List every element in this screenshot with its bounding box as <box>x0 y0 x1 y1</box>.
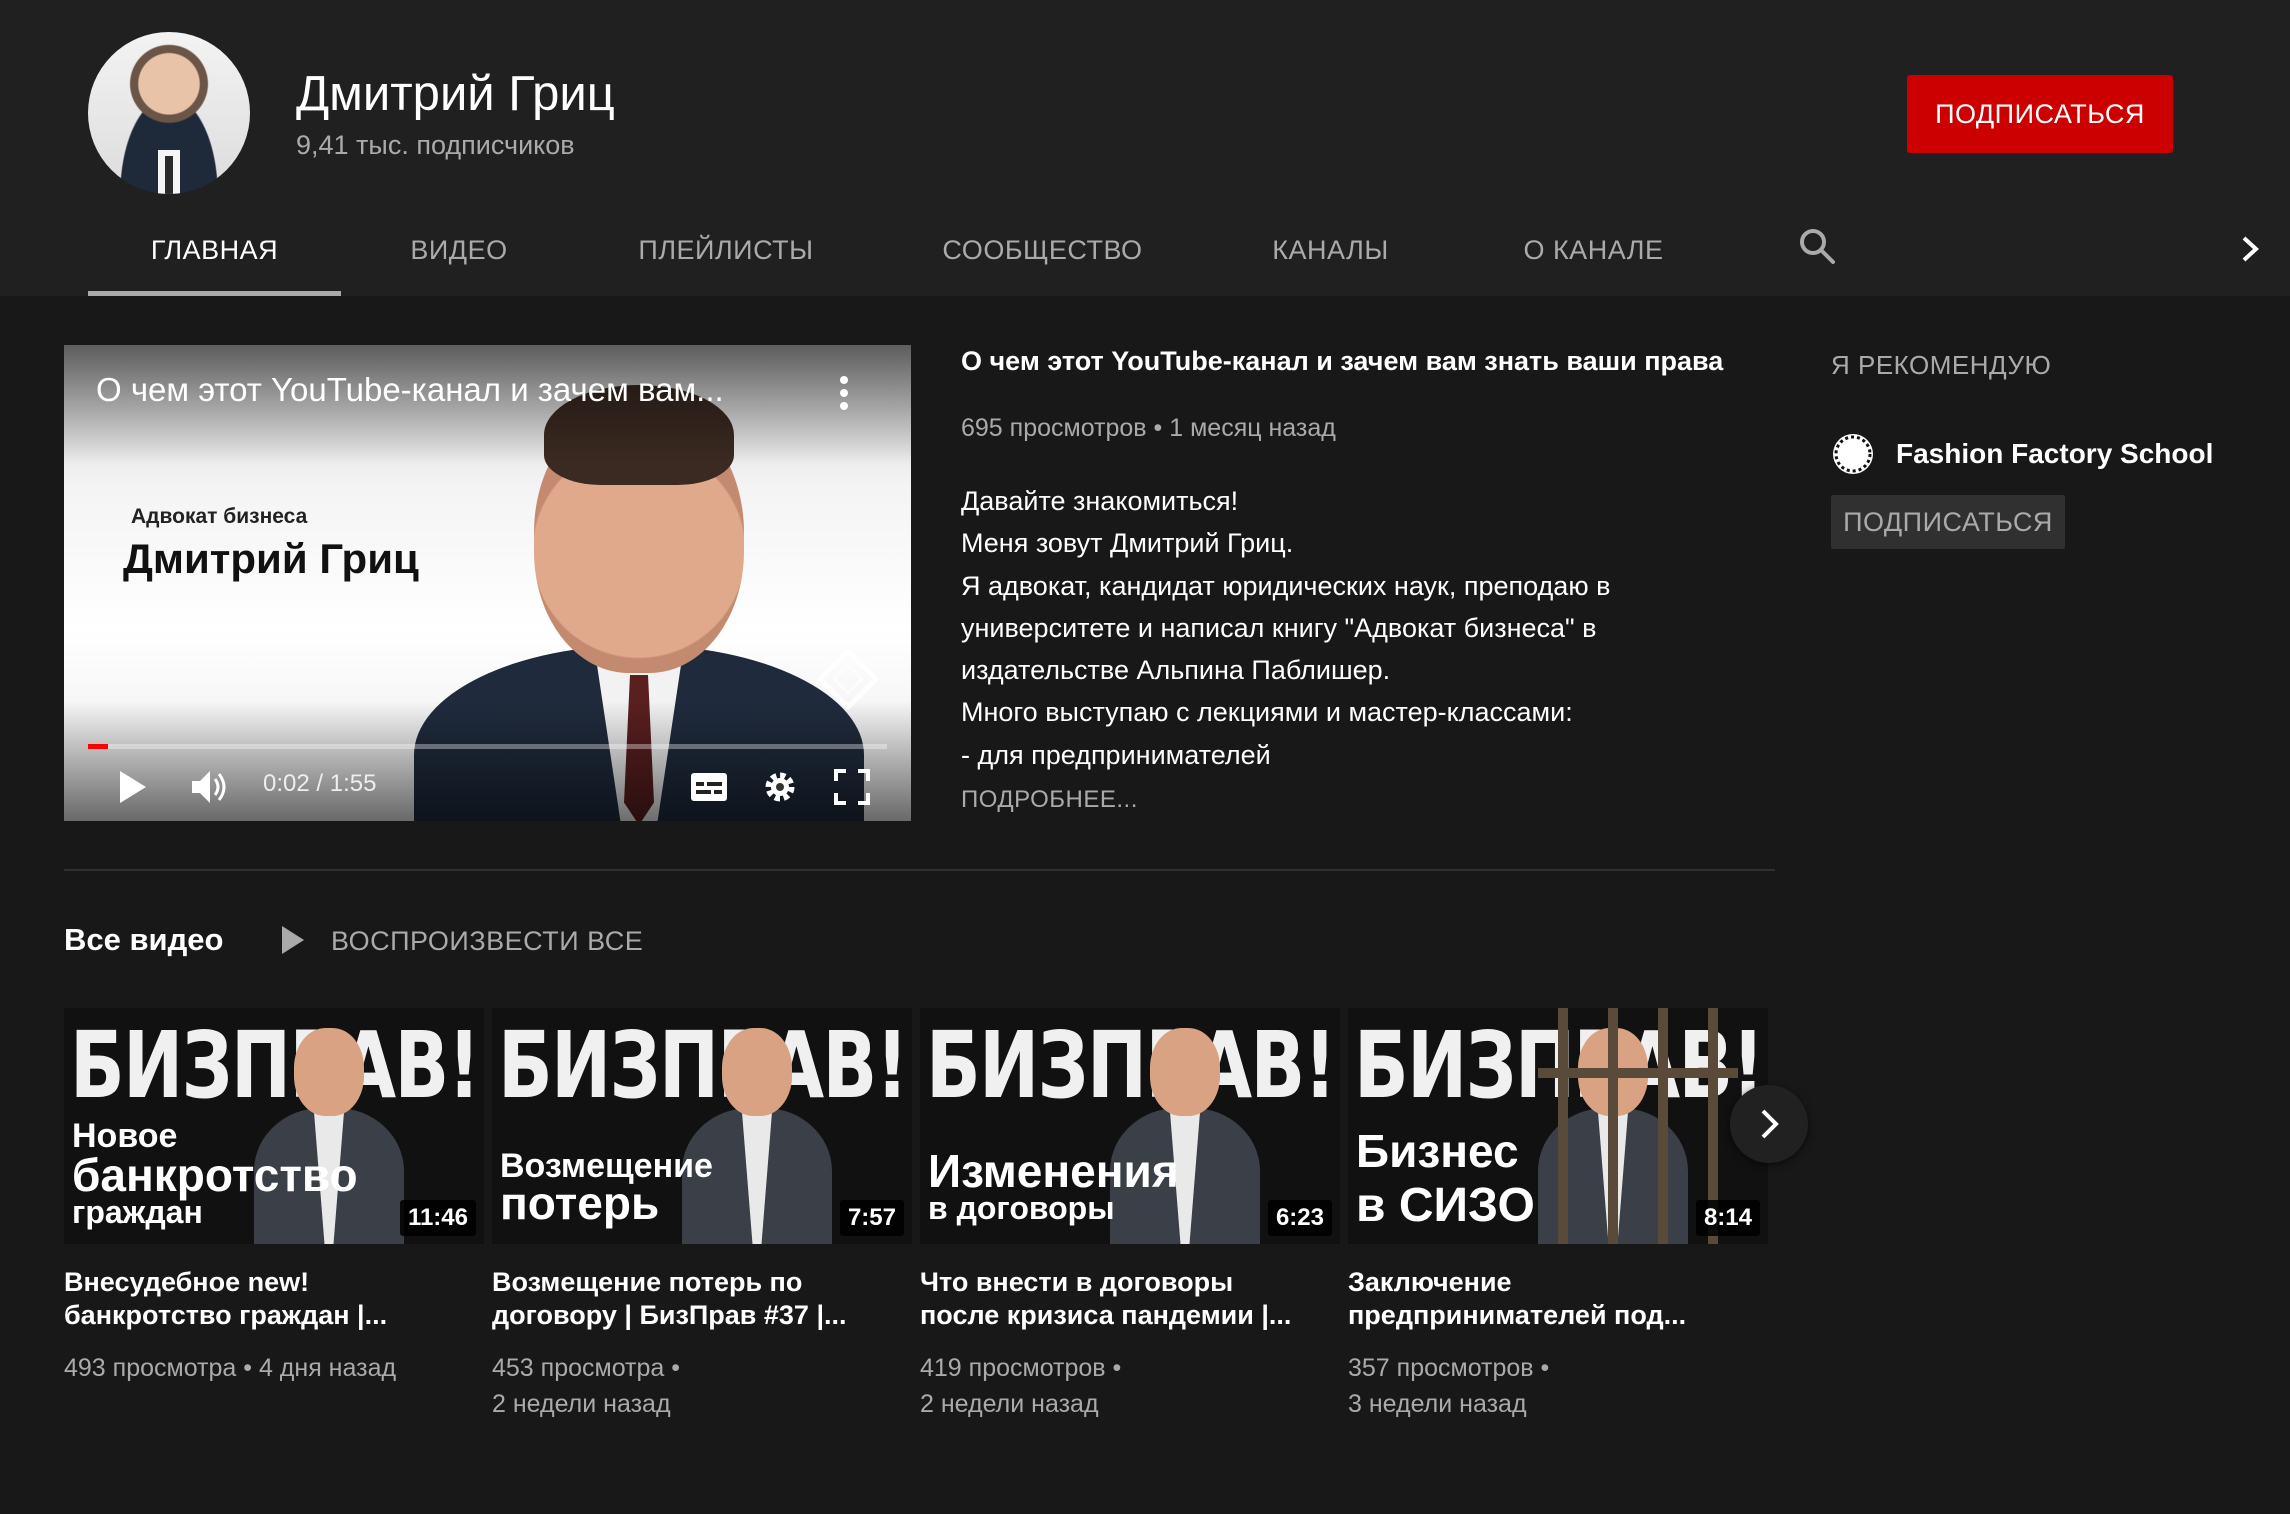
video-title-line: Возмещение потерь по <box>492 1267 803 1297</box>
featured-views: 695 просмотров <box>961 414 1147 442</box>
description-line: университете и написал книгу "Адвокат би… <box>961 612 1597 643</box>
video-duration: 7:57 <box>839 1200 904 1236</box>
search-icon[interactable] <box>1797 226 1837 266</box>
description-line: Меня зовут Дмитрий Гриц. <box>961 528 1294 559</box>
video-title[interactable]: Что внести в договоры после кризиса панд… <box>920 1266 1340 1332</box>
recommended-subscribe-button[interactable]: ПОДПИСАТЬСЯ <box>1831 495 2065 549</box>
thumb-person <box>682 1028 832 1244</box>
tab-videos[interactable]: ВИДЕО <box>385 212 533 296</box>
video-title[interactable]: Заключение предпринимателей под... <box>1348 1266 1768 1332</box>
video-title-line: предпринимателей под... <box>1348 1300 1687 1330</box>
video-title[interactable]: Внесудебное new! банкротство граждан |..… <box>64 1266 484 1332</box>
thumb-caption: Бизнес <box>1356 1125 1519 1177</box>
featured-description: Давайте знакомиться! Меня зовут Дмитрий … <box>961 480 1741 776</box>
thumb-subtitle: Адвокат бизнеса <box>131 505 308 528</box>
video-meta: 419 просмотров • 2 недели назад <box>920 1350 1340 1422</box>
thumb-caption: в договоры <box>928 1190 1115 1226</box>
channel-name: Дмитрий Гриц <box>296 67 615 121</box>
fullscreen-icon[interactable] <box>834 769 870 805</box>
featured-video-meta: 695 просмотров • 1 месяц назад <box>961 414 1336 442</box>
video-meta: 357 просмотров • 3 недели назад <box>1348 1350 1768 1422</box>
video-title-line: Что внести в договоры <box>920 1267 1234 1297</box>
featured-age: 1 месяц назад <box>1169 414 1336 442</box>
video-card[interactable]: БИЗПРАВ! Изменения в договоры 6:23 Что в… <box>920 1008 1340 1422</box>
video-meta: 493 просмотра • 4 дня назад <box>64 1350 484 1386</box>
recommended-channel-name[interactable]: Fashion Factory School <box>1896 438 2213 470</box>
video-card[interactable]: БИЗПРАВ! Бизнес в СИЗО 8:14 Заключение п… <box>1348 1008 1768 1422</box>
video-duration: 8:14 <box>1695 1200 1760 1236</box>
player-overlay-title[interactable]: О чем этот YouTube-канал и зачем вам... <box>96 371 724 409</box>
video-meta-line: 493 просмотра • 4 дня назад <box>64 1354 397 1382</box>
thumb-caption: в СИЗО <box>1356 1179 1535 1232</box>
thumb-caption: Изменения <box>928 1145 1179 1197</box>
channel-tabs: ГЛАВНАЯ ВИДЕО ПЛЕЙЛИСТЫ СООБЩЕСТВО КАНАЛ… <box>0 212 2290 296</box>
video-title-line: после кризиса пандемии |... <box>920 1300 1292 1330</box>
video-thumbnail[interactable]: БИЗПРАВ! Возмещение потерь 7:57 <box>492 1008 912 1244</box>
video-duration: 11:46 <box>399 1200 476 1236</box>
avatar-tie <box>165 156 173 194</box>
read-more-link[interactable]: ПОДРОБНЕЕ... <box>961 786 1138 814</box>
subscriber-count: 9,41 тыс. подписчиков <box>296 130 575 160</box>
tab-about[interactable]: О КАНАЛЕ <box>1496 212 1691 296</box>
section-divider <box>64 869 1775 871</box>
tab-playlists[interactable]: ПЛЕЙЛИСТЫ <box>615 212 837 296</box>
thumb-title: Дмитрий Гриц <box>123 535 419 582</box>
player-time: 0:02 / 1:55 <box>263 770 377 797</box>
thumb-person <box>1110 1028 1260 1244</box>
thumb-caption: граждан <box>72 1194 203 1230</box>
play-all-icon[interactable] <box>280 924 306 956</box>
channel-avatar[interactable] <box>88 32 250 194</box>
tab-home[interactable]: ГЛАВНАЯ <box>88 212 341 296</box>
description-line: издательстве Альпина Паблишер. <box>961 655 1391 686</box>
video-meta: 453 просмотра • 2 недели назад <box>492 1350 912 1422</box>
description-line: Много выступаю с лекциями и мастер-класс… <box>961 697 1573 728</box>
description-line: Давайте знакомиться! <box>961 486 1239 516</box>
video-thumbnail[interactable]: БИЗПРАВ! Изменения в договоры 6:23 <box>920 1008 1340 1244</box>
video-card[interactable]: БИЗПРАВ! Возмещение потерь 7:57 Возмещен… <box>492 1008 912 1422</box>
video-card[interactable]: БИЗПРАВ! Новое банкротство граждан 11:46… <box>64 1008 484 1386</box>
description-line: Я адвокат, кандидат юридических наук, пр… <box>961 570 1611 601</box>
settings-gear-icon[interactable] <box>762 769 798 805</box>
description-line: - для предпринимателей <box>961 739 1271 770</box>
thumb-caption: потерь <box>500 1177 660 1229</box>
video-title-line: Заключение <box>1348 1267 1512 1297</box>
video-duration: 6:23 <box>1267 1200 1332 1236</box>
recommended-channel-avatar[interactable] <box>1831 432 1875 476</box>
video-thumbnail[interactable]: БИЗПРАВ! Новое банкротство граждан 11:46 <box>64 1008 484 1244</box>
channel-watermark-icon[interactable] <box>816 647 880 711</box>
play-all-button[interactable]: ВОСПРОИЗВЕСТИ ВСЕ <box>331 926 643 957</box>
video-meta-line: 3 недели назад <box>1348 1390 1527 1418</box>
video-meta-line: 453 просмотра • <box>492 1354 681 1382</box>
featured-video-player[interactable]: Адвокат бизнеса Дмитрий Гриц О чем этот … <box>64 345 911 821</box>
more-vert-icon[interactable] <box>834 373 854 413</box>
carousel-next-button[interactable] <box>1730 1085 1808 1163</box>
tab-community[interactable]: СООБЩЕСТВО <box>920 212 1165 296</box>
video-thumbnail[interactable]: БИЗПРАВ! Бизнес в СИЗО 8:14 <box>1348 1008 1768 1244</box>
chevron-right-icon[interactable] <box>2238 234 2262 264</box>
video-title-line: банкротство граждан |... <box>64 1300 388 1330</box>
recommend-heading: Я РЕКОМЕНДУЮ <box>1831 350 2052 380</box>
player-progress-bar[interactable] <box>88 744 887 749</box>
video-meta-line: 357 просмотров • <box>1348 1354 1550 1382</box>
featured-video-title[interactable]: О чем этот YouTube-канал и зачем вам зна… <box>961 346 1723 377</box>
player-progress-fill <box>88 744 108 749</box>
video-title[interactable]: Возмещение потерь по договору | БизПрав … <box>492 1266 912 1332</box>
subscribe-button[interactable]: ПОДПИСАТЬСЯ <box>1907 75 2173 153</box>
volume-icon[interactable] <box>190 767 230 807</box>
video-meta-line: 2 недели назад <box>492 1390 671 1418</box>
thumb-caption: банкротство <box>72 1149 358 1201</box>
video-meta-line: 2 недели назад <box>920 1390 1099 1418</box>
subtitles-icon[interactable] <box>690 772 728 802</box>
tab-channels[interactable]: КАНАЛЫ <box>1248 212 1413 296</box>
play-icon[interactable] <box>116 769 148 805</box>
video-title-line: договору | БизПрав #37 |... <box>492 1300 847 1330</box>
thumb-person <box>254 1028 404 1244</box>
all-videos-heading[interactable]: Все видео <box>64 922 223 958</box>
video-title-line: Внесудебное new! <box>64 1267 310 1297</box>
video-meta-line: 419 просмотров • <box>920 1354 1122 1382</box>
